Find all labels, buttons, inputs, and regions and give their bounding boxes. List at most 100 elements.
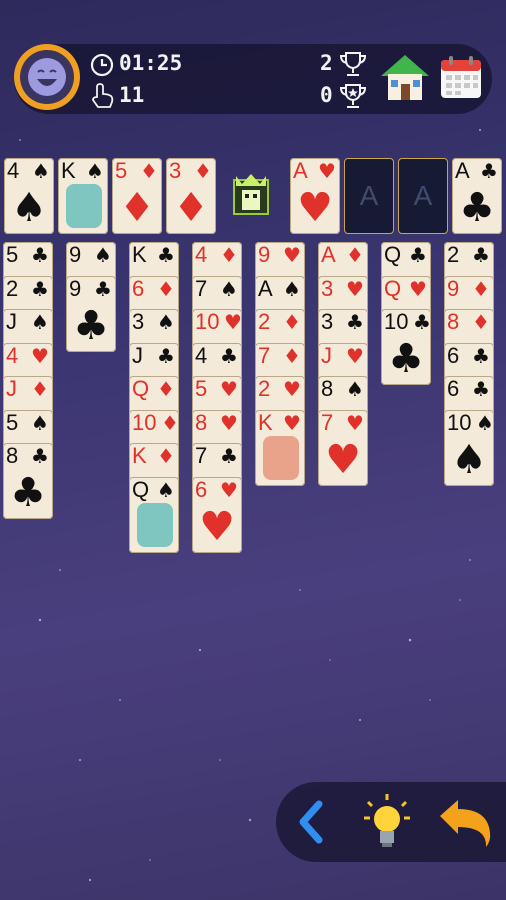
card-suit: ♦ [157, 277, 175, 301]
card-rank: 8 [195, 410, 208, 435]
card-suit: ♥ [220, 377, 238, 401]
card-suit: ♦ [161, 411, 179, 435]
card-rank: 9 [258, 242, 271, 267]
card-suit: ♠ [31, 411, 49, 435]
card-center-suit: ♣ [73, 303, 109, 349]
card-suit: ♣ [31, 444, 49, 468]
star-field [19, 129, 481, 882]
card-rank: 5 [195, 376, 208, 401]
card-suit: ♠ [346, 377, 364, 401]
tableau-card[interactable]: 10 ♠ ♠ [444, 410, 494, 486]
elapsed-time: 01:25 [119, 51, 183, 75]
card-suit: ♠ [157, 310, 175, 334]
card-rank: J [6, 376, 17, 401]
card-center-suit: ♥ [325, 437, 361, 483]
card-suit: ♠ [220, 277, 238, 301]
card-rank: 6 [447, 376, 460, 401]
card-rank: K [61, 158, 76, 183]
card-rank: 8 [447, 309, 460, 334]
card-suit: ♣ [220, 344, 238, 368]
tableau-card[interactable]: K ♥ [255, 410, 305, 486]
card-suit: ♣ [346, 310, 364, 334]
free-cell-card[interactable]: 3 ♦ ♦ [166, 158, 216, 234]
home-icon[interactable] [378, 52, 432, 104]
card-suit: ♣ [472, 377, 490, 401]
undo-arrow-icon[interactable] [436, 796, 496, 850]
clock-icon [90, 53, 114, 77]
card-rank: 4 [6, 343, 19, 368]
tableau-card[interactable]: 9 ♣ ♣ [66, 276, 116, 352]
card-suit: ♥ [409, 277, 427, 301]
card-suit: ♥ [283, 411, 301, 435]
card-suit: ♣ [31, 243, 49, 267]
lightbulb-icon[interactable] [362, 792, 412, 852]
foundation-card[interactable]: A ♥ ♥ [290, 158, 340, 234]
card-center-suit: ♣ [459, 185, 495, 231]
card-rank: 6 [195, 477, 208, 502]
foundation-card[interactable]: A ♣ ♣ [452, 158, 502, 234]
card-rank: 7 [321, 410, 334, 435]
tableau-card[interactable]: 10 ♣ ♣ [381, 309, 431, 385]
card-rank: 9 [69, 276, 82, 301]
card-rank: 4 [195, 343, 208, 368]
card-rank: 5 [115, 158, 128, 183]
card-suit: ♣ [472, 243, 490, 267]
card-suit: ♣ [31, 277, 49, 301]
calendar-icon[interactable] [438, 54, 484, 102]
card-rank: 2 [6, 276, 19, 301]
card-suit: ♠ [94, 243, 112, 267]
tableau-card[interactable]: 6 ♥ ♥ [192, 477, 242, 553]
card-suit: ♦ [157, 444, 175, 468]
card-rank: A [321, 242, 336, 267]
card-rank: 6 [132, 276, 145, 301]
hand-pointer-icon [92, 83, 114, 108]
card-rank: Q [384, 276, 402, 301]
card-suit: ♦ [472, 310, 490, 334]
court-card-art [263, 436, 299, 480]
card-rank: 9 [447, 276, 460, 301]
card-suit: ♦ [346, 243, 364, 267]
foundation-slot[interactable]: A [398, 158, 448, 234]
card-rank: 3 [169, 158, 182, 183]
card-center-suit: ♠ [11, 185, 47, 231]
card-rank: 7 [195, 443, 208, 468]
foundation-slot[interactable]: A [344, 158, 394, 234]
tableau-card[interactable]: 8 ♣ ♣ [3, 443, 53, 519]
card-suit: ♥ [283, 377, 301, 401]
player-avatar[interactable] [14, 44, 80, 110]
free-cell-card[interactable]: 5 ♦ ♦ [112, 158, 162, 234]
star-wins-count: 0 [320, 83, 333, 107]
card-suit: ♦ [157, 377, 175, 401]
tableau-card[interactable]: 7 ♥ ♥ [318, 410, 368, 486]
star-trophy-icon [339, 84, 367, 108]
card-center-suit: ♣ [388, 336, 424, 382]
smiley-face-icon [28, 58, 66, 96]
card-rank: J [6, 309, 17, 334]
card-rank: 3 [321, 276, 334, 301]
free-cell-card[interactable]: K ♠ [58, 158, 108, 234]
card-suit: ♠ [476, 411, 494, 435]
court-card-art [66, 184, 102, 228]
card-suit: ♠ [157, 478, 175, 502]
card-suit: ♥ [283, 243, 301, 267]
card-rank: 10 [195, 309, 220, 334]
king-icon [233, 174, 269, 215]
card-suit: ♣ [413, 310, 431, 334]
card-suit: ♣ [94, 277, 112, 301]
tableau-card[interactable]: Q ♠ [129, 477, 179, 553]
card-suit: ♣ [157, 344, 175, 368]
chevron-left-icon[interactable] [293, 798, 329, 846]
card-rank: 3 [321, 309, 334, 334]
card-suit: ♦ [283, 344, 301, 368]
card-rank: K [132, 443, 147, 468]
card-suit: ♥ [220, 478, 238, 502]
card-rank: 10 [447, 410, 472, 435]
card-rank: 5 [6, 410, 19, 435]
free-cell-card[interactable]: 4 ♠ ♠ [4, 158, 54, 234]
card-suit: ♦ [194, 159, 212, 183]
court-card-art [137, 503, 173, 547]
trophy-icon [339, 52, 367, 76]
card-suit: ♣ [409, 243, 427, 267]
card-center-suit: ♦ [173, 185, 209, 231]
card-suit: ♥ [224, 310, 242, 334]
